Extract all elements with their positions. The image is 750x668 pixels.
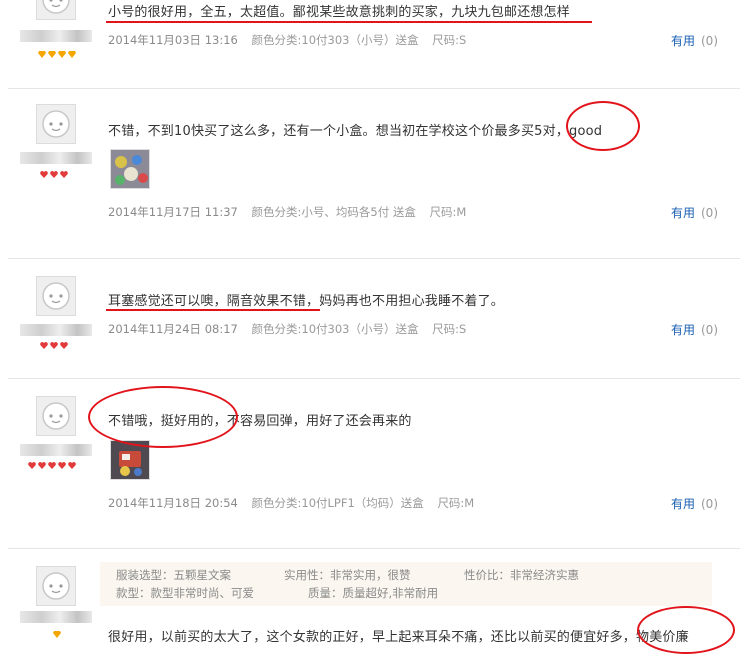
avatar — [36, 276, 76, 316]
review-text: 不错，不到10快买了这么多，还有一个小盒。想当初在学校这个价最多买5对，good — [108, 124, 603, 139]
helpful-label[interactable]: 有用 — [671, 323, 695, 337]
helpful-button[interactable]: 有用 (0) — [671, 495, 718, 512]
heart-icon — [40, 171, 48, 178]
annotation-underline — [106, 21, 592, 23]
avatar — [36, 0, 76, 20]
heart-icon — [38, 462, 46, 469]
avatar — [36, 566, 76, 606]
helpful-count: (0) — [701, 497, 718, 511]
helpful-button[interactable]: 有用 (0) — [671, 32, 718, 49]
diamond-icon — [38, 51, 46, 58]
heart-icon — [50, 342, 58, 349]
review-meta: 2014年11月18日 20:54 颜色分类:10付LPF1（均码）送盒 尺码:… — [108, 495, 484, 511]
tag-value: 性价比：非常经济实惠 — [464, 568, 579, 582]
helpful-count: (0) — [701, 34, 718, 48]
review-date: 2014年11月03日 13:16 — [108, 33, 238, 47]
user-level-badges — [40, 171, 68, 178]
avatar — [36, 396, 76, 436]
review-photo-thumbnail[interactable] — [110, 149, 150, 189]
user-level-badges — [38, 51, 76, 58]
diamond-icon — [48, 51, 56, 58]
review-date: 2014年11月24日 08:17 — [108, 322, 238, 336]
username-blurred — [20, 611, 92, 623]
annotation-circle — [88, 386, 238, 448]
review-meta: 2014年11月03日 13:16 颜色分类:10付303（小号）送盒 尺码:S — [108, 32, 476, 48]
review-size: 尺码:M — [429, 205, 467, 219]
review-size: 尺码:M — [437, 496, 475, 510]
review-variant: 颜色分类:10付303（小号）送盒 — [251, 33, 419, 47]
heart-icon — [68, 462, 76, 469]
heart-icon — [40, 342, 48, 349]
username-blurred — [20, 324, 92, 336]
diamond-icon — [53, 631, 61, 638]
user-level-badges — [40, 342, 68, 349]
tag-quality: 质量：质量超好,非常耐用 — [308, 586, 439, 600]
annotation-circle — [637, 606, 735, 654]
review-item: 小号的很好用，全五，太超值。鄙视某些故意挑刺的买家，九块九包邮还想怎样 2014… — [8, 0, 740, 89]
username-blurred — [20, 152, 92, 164]
annotation-circle — [566, 101, 640, 151]
review-text: 小号的很好用，全五，太超值。鄙视某些故意挑刺的买家，九块九包邮还想怎样 — [108, 5, 571, 20]
heart-icon — [28, 462, 36, 469]
tag-style: 服装选型：五颗星文案 — [116, 568, 231, 582]
review-size: 尺码:S — [432, 33, 467, 47]
heart-icon — [60, 171, 68, 178]
user-level-badges — [28, 462, 76, 469]
tag-design: 款型：款型非常时尚、可爱 — [116, 586, 254, 600]
heart-icon — [58, 462, 66, 469]
helpful-label[interactable]: 有用 — [671, 497, 695, 511]
username-blurred — [20, 30, 92, 42]
heart-icon — [50, 171, 58, 178]
diamond-icon — [58, 51, 66, 58]
helpful-label[interactable]: 有用 — [671, 34, 695, 48]
annotation-underline — [106, 309, 320, 311]
review-text: 很好用，以前买的太大了，这个女款的正好，早上起来耳朵不痛，还比以前买的便宜好多，… — [108, 630, 689, 645]
helpful-count: (0) — [701, 206, 718, 220]
review-variant: 颜色分类:10付LPF1（均码）送盒 — [251, 496, 424, 510]
review-date: 2014年11月17日 11:37 — [108, 205, 238, 219]
heart-icon — [60, 342, 68, 349]
review-date: 2014年11月18日 20:54 — [108, 496, 238, 510]
review-meta: 2014年11月17日 11:37 颜色分类:小号、均码各5付 送盒 尺码:M — [108, 204, 476, 220]
review-item: 耳塞感觉还可以噢，隔音效果不错，妈妈再也不用担心我睡不着了。 2014年11月2… — [8, 258, 740, 379]
review-text: 耳塞感觉还可以噢，隔音效果不错，妈妈再也不用担心我睡不着了。 — [108, 294, 505, 309]
review-variant: 颜色分类:10付303（小号）送盒 — [251, 322, 419, 336]
helpful-button[interactable]: 有用 (0) — [671, 204, 718, 221]
avatar — [36, 104, 76, 144]
helpful-label[interactable]: 有用 — [671, 206, 695, 220]
helpful-count: (0) — [701, 323, 718, 337]
helpful-button[interactable]: 有用 (0) — [671, 321, 718, 338]
tag-practical: 实用性：非常实用，很赞 — [284, 568, 411, 582]
review-variant: 颜色分类:小号、均码各5付 送盒 — [251, 205, 416, 219]
review-size: 尺码:S — [432, 322, 467, 336]
heart-icon — [48, 462, 56, 469]
review-meta: 2014年11月24日 08:17 颜色分类:10付303（小号）送盒 尺码:S — [108, 321, 476, 337]
user-level-badges — [53, 631, 61, 638]
username-blurred — [20, 444, 92, 456]
review-tags-panel: 服装选型：五颗星文案 实用性：非常实用，很赞 性价比：非常经济实惠 款型：款型非… — [100, 562, 712, 606]
diamond-icon — [68, 51, 76, 58]
